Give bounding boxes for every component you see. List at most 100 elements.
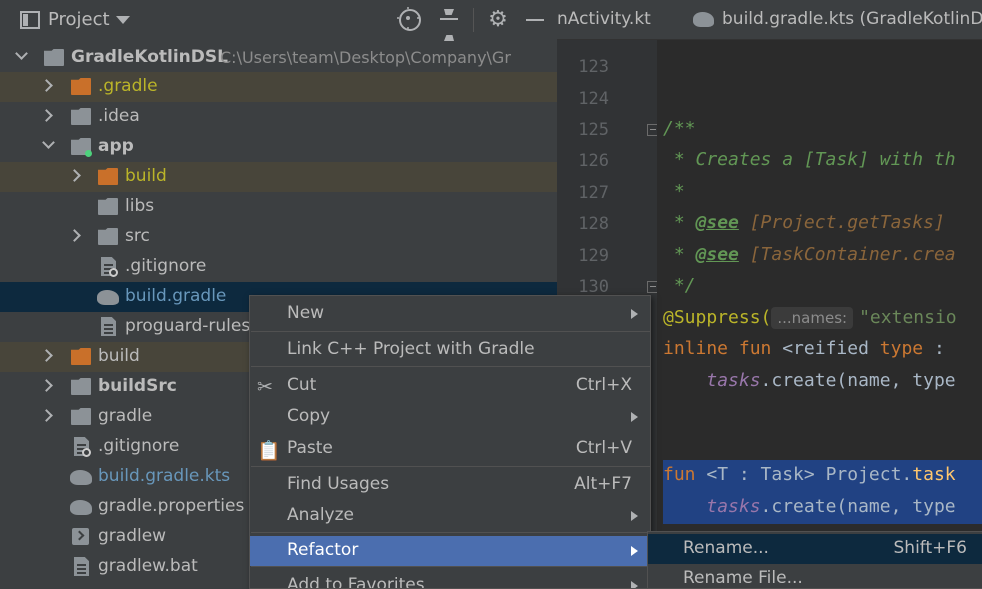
- line-number: 129: [578, 246, 609, 266]
- context-menu: New Link C++ Project with Gradle ✂ Cut C…: [249, 295, 651, 589]
- line-number: 127: [578, 183, 609, 203]
- tree-item-label: gradlew.bat: [98, 556, 198, 576]
- menu-item-rename[interactable]: Rename... Shift+F6: [648, 534, 982, 564]
- code-line: inline fun <reified type :: [663, 334, 945, 364]
- module-folder-icon: [44, 49, 64, 66]
- collapse-all-icon[interactable]: [437, 7, 463, 33]
- menu-item-rename-file[interactable]: Rename File...: [648, 564, 982, 588]
- tree-item-app[interactable]: app: [0, 132, 557, 162]
- hide-panel-icon[interactable]: [523, 7, 549, 33]
- menu-item-label: Copy: [287, 406, 331, 426]
- chevron-right-icon[interactable]: [40, 79, 53, 92]
- code-token: type: [879, 338, 924, 359]
- code-token: * Creates a [Task] with th: [663, 149, 956, 170]
- submenu-arrow-icon: [631, 511, 638, 521]
- menu-item-paste[interactable]: 📋 Paste Ctrl+V: [250, 434, 650, 464]
- folder-icon: [71, 348, 91, 365]
- folder-icon: [98, 168, 118, 185]
- tree-item-label: proguard-rules.: [125, 316, 256, 336]
- chevron-right-icon[interactable]: [40, 409, 53, 422]
- tree-item-label: gradle.properties: [98, 496, 245, 516]
- tree-item-dot-gradle[interactable]: .gradle: [0, 72, 557, 102]
- menu-separator: [251, 331, 650, 332]
- tab-build-gradle-kts[interactable]: build.gradle.kts (GradleKotlinDSL: [722, 9, 982, 29]
- clipboard-icon: 📋: [257, 440, 281, 462]
- tree-item-label: GradleKotlinDSL: [71, 47, 228, 67]
- project-view-title[interactable]: Project: [48, 9, 110, 30]
- code-token: [Project.getTasks]: [738, 212, 945, 233]
- menu-item-label: New: [287, 303, 325, 323]
- code-line: tasks.create(name, type: [663, 366, 956, 396]
- chevron-down-icon[interactable]: [116, 16, 130, 24]
- gradle-elephant-icon: [97, 290, 119, 305]
- project-view-icon: [20, 11, 40, 29]
- tree-item-app-gitignore[interactable]: .gitignore: [0, 252, 557, 282]
- tree-item-label: gradlew: [98, 526, 167, 546]
- tree-item-idea[interactable]: .idea: [0, 102, 557, 132]
- ignored-badge-icon: [109, 268, 118, 277]
- menu-item-find-usages[interactable]: Find Usages Alt+F7: [250, 470, 650, 500]
- gradle-elephant-icon: [70, 500, 92, 515]
- menu-separator: [251, 566, 650, 567]
- code-token: */: [663, 275, 696, 296]
- code-token: inline fun: [663, 338, 783, 359]
- tree-item-libs[interactable]: libs: [0, 192, 557, 222]
- chevron-down-icon[interactable]: [42, 136, 55, 149]
- folder-icon: [71, 408, 91, 425]
- tree-item-label: .gitignore: [125, 256, 207, 276]
- folder-icon: [71, 108, 91, 125]
- menu-item-new[interactable]: New: [250, 299, 650, 329]
- menu-item-label: Rename File...: [683, 568, 803, 588]
- tree-item-root[interactable]: GradleKotlinDSL C:\Users\team\Desktop\Co…: [0, 43, 557, 73]
- code-line: tasks.create(name, type: [663, 492, 955, 522]
- code-line: * Creates a [Task] with th: [663, 145, 956, 175]
- menu-item-label: Refactor: [287, 540, 359, 560]
- fold-marker-icon[interactable]: [647, 281, 657, 293]
- chevron-right-icon[interactable]: [68, 169, 81, 182]
- menu-item-analyze[interactable]: Analyze: [250, 501, 650, 531]
- tree-item-label: build: [98, 346, 140, 366]
- chevron-down-icon[interactable]: [15, 47, 28, 60]
- chevron-right-icon[interactable]: [40, 379, 53, 392]
- tree-item-label: app: [98, 136, 134, 156]
- line-number: 126: [578, 151, 609, 171]
- code-token: *: [663, 181, 685, 202]
- chevron-right-icon[interactable]: [68, 229, 81, 242]
- menu-separator: [251, 466, 650, 467]
- code-line: * @see [Project.getTasks]: [663, 208, 945, 238]
- menu-item-link-cpp[interactable]: Link C++ Project with Gradle: [250, 335, 650, 365]
- fold-marker-icon[interactable]: [647, 124, 657, 136]
- locate-icon[interactable]: [397, 7, 423, 33]
- gear-icon[interactable]: ⚙: [485, 7, 511, 33]
- tree-item-label: build.gradle.kts: [98, 466, 231, 486]
- code-line: fun <T : Task> Project.task: [663, 460, 956, 490]
- menu-item-label: Add to Favorites: [287, 575, 425, 589]
- menu-item-add-to-favorites[interactable]: Add to Favorites: [250, 571, 650, 589]
- project-header: Project ⚙: [0, 0, 557, 40]
- code-token: .create(name, type: [760, 370, 956, 391]
- tree-item-label: .gitignore: [98, 436, 180, 456]
- code-token: "extensio: [859, 307, 957, 328]
- menu-item-cut[interactable]: ✂ Cut Ctrl+X: [250, 371, 650, 401]
- code-token: @see: [695, 244, 739, 265]
- tree-item-src[interactable]: src: [0, 222, 557, 252]
- menu-shortcut: Ctrl+X: [575, 375, 632, 395]
- terminal-script-icon: [72, 528, 89, 545]
- menu-separator: [251, 532, 650, 533]
- line-number: 130: [578, 277, 609, 297]
- line-number: 128: [578, 214, 609, 234]
- code-token: *: [663, 212, 696, 233]
- tree-item-label: src: [125, 226, 150, 246]
- tree-item-app-build[interactable]: build: [0, 162, 557, 192]
- code-token: task: [912, 464, 956, 485]
- menu-item-copy[interactable]: Copy: [250, 402, 650, 432]
- tab-mainactivity[interactable]: nActivity.kt: [557, 9, 651, 29]
- submenu-arrow-icon: [631, 581, 638, 588]
- code-editor[interactable]: /** * Creates a [Task] with th * * @see …: [657, 40, 982, 589]
- chevron-right-icon[interactable]: [40, 109, 53, 122]
- menu-item-label: Paste: [287, 438, 333, 458]
- chevron-right-icon[interactable]: [40, 349, 53, 362]
- line-number: 125: [578, 120, 609, 140]
- submenu-arrow-icon: [631, 546, 638, 556]
- menu-item-refactor[interactable]: Refactor: [250, 536, 650, 566]
